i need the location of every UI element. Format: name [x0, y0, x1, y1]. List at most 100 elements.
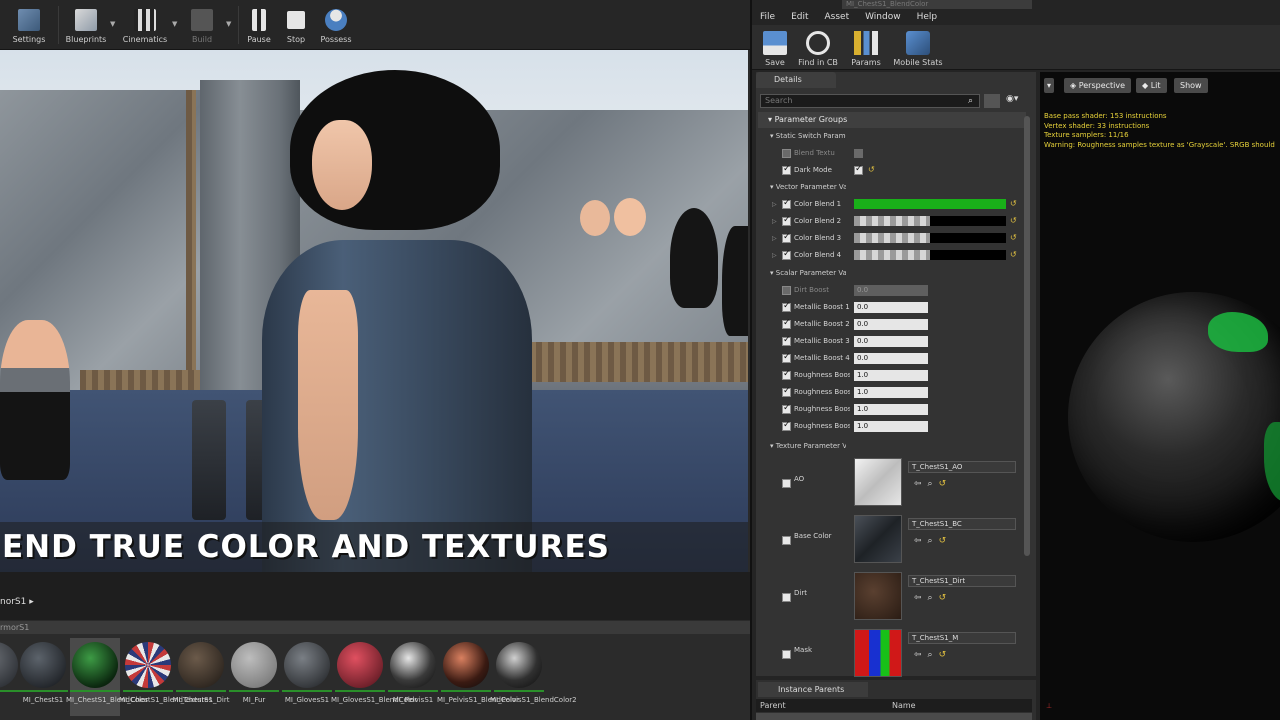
eye-icon[interactable]: ◉▾ [1006, 94, 1018, 104]
stop-button[interactable]: Stop [282, 3, 310, 47]
color-swatch[interactable] [854, 250, 1006, 260]
asset-thumbnail[interactable]: MI_Fur [229, 638, 279, 716]
menu-asset[interactable]: Asset [817, 9, 858, 25]
param-override-checkbox[interactable] [782, 369, 791, 380]
param-override-checkbox[interactable] [782, 352, 791, 363]
menu-file[interactable]: File [752, 9, 783, 25]
scalar-value-field[interactable]: 0.0 [854, 336, 928, 347]
asset-thumbnail[interactable]: MI_ChestS1_Dirt [173, 638, 229, 716]
param-override-checkbox[interactable] [782, 301, 791, 312]
texture-thumbnail[interactable] [854, 572, 902, 620]
expand-icon[interactable]: ▷ [772, 196, 777, 213]
scalar-value-field[interactable]: 1.0 [854, 370, 928, 381]
scalar-value-field[interactable]: 1.0 [854, 404, 928, 415]
switch-checkbox[interactable] [854, 149, 863, 158]
menu-help[interactable]: Help [909, 9, 946, 25]
texture-asset-picker[interactable]: T_ChestS1_Dirt [908, 575, 1016, 587]
scalar-value-field[interactable]: 0.0 [854, 302, 928, 313]
reset-icon[interactable]: ↺ [1010, 233, 1017, 242]
expand-icon[interactable]: ▷ [772, 230, 777, 247]
build-dropdown-icon[interactable]: ▼ [226, 20, 231, 28]
preview-options-dropdown[interactable]: ▾ [1044, 78, 1055, 93]
reset-icon[interactable]: ↺ [868, 165, 875, 174]
texture-tools[interactable]: ⇦⌕↺ [914, 536, 952, 546]
search-input[interactable]: Search [760, 94, 980, 108]
param-override-checkbox[interactable] [782, 198, 791, 209]
asset-thumbnail[interactable]: MI_ChestS1_BlendTextures [119, 638, 212, 716]
details-tab[interactable]: Details [756, 72, 836, 88]
scalar-group[interactable]: ▾ Scalar Parameter Va [758, 265, 846, 281]
texture-thumbnail[interactable] [854, 515, 902, 563]
texture-tools[interactable]: ⇦⌕↺ [914, 479, 952, 489]
expand-icon[interactable]: ▷ [772, 213, 777, 230]
show-button[interactable]: Show [1174, 78, 1208, 93]
texture-tools[interactable]: ⇦⌕↺ [914, 593, 952, 603]
color-swatch[interactable] [854, 216, 1006, 226]
texture-tools[interactable]: ⇦⌕↺ [914, 650, 952, 660]
asset-thumbnail-selected[interactable]: MI_ChestS1_BlendColor [66, 638, 148, 716]
level-viewport[interactable]: END TRUE COLOR AND TEXTURES [0, 50, 748, 572]
menu-window[interactable]: Window [857, 9, 909, 25]
param-override-checkbox[interactable] [782, 149, 791, 158]
static-switch-group[interactable]: ▾ Static Switch Parame [758, 128, 846, 144]
perspective-button[interactable]: ◈ Perspective [1064, 78, 1132, 93]
pause-button[interactable]: Pause [244, 3, 274, 47]
lit-button[interactable]: ◆ Lit [1136, 78, 1167, 93]
asset-thumbnail[interactable]: MI_PelvisS1_BlendColor [437, 638, 519, 716]
texture-thumbnail[interactable] [854, 629, 902, 677]
param-override-checkbox[interactable] [782, 318, 791, 329]
color-swatch[interactable] [854, 199, 1006, 209]
param-override-checkbox[interactable] [782, 479, 791, 488]
reset-icon[interactable]: ↺ [1010, 199, 1017, 208]
param-override-checkbox[interactable] [782, 232, 791, 243]
instance-parents-tab[interactable]: Instance Parents [758, 682, 868, 697]
material-preview-viewport[interactable]: ▾ ◈ Perspective ◆ Lit Show Base pass sha… [1040, 72, 1280, 720]
param-override-checkbox[interactable] [782, 335, 791, 346]
asset-thumbnail[interactable]: MI_ChestS1 [18, 638, 68, 716]
texture-thumbnail[interactable] [854, 458, 902, 506]
params-button[interactable]: Params [850, 27, 882, 69]
parameter-groups-header[interactable]: ▾ Parameter Groups [758, 112, 1026, 128]
instance-parent-row[interactable] [756, 713, 1032, 720]
find-in-cb-button[interactable]: Find in CB [796, 27, 840, 69]
param-override-checkbox[interactable] [782, 215, 791, 226]
cinematics-button[interactable]: Cinematics [118, 3, 172, 47]
param-override-checkbox[interactable] [782, 249, 791, 260]
color-swatch[interactable] [854, 233, 1006, 243]
param-override-checkbox[interactable] [782, 650, 791, 659]
asset-thumbnail[interactable]: MI_GlovesS1 [282, 638, 332, 716]
details-scrollbar[interactable] [1024, 116, 1030, 556]
param-override-checkbox[interactable] [782, 286, 791, 295]
scalar-value-field[interactable]: 0.0 [854, 353, 928, 364]
possess-button[interactable]: Possess [316, 3, 356, 47]
param-override-checkbox[interactable] [782, 420, 791, 431]
param-override-checkbox[interactable] [782, 536, 791, 545]
param-override-checkbox[interactable] [782, 164, 791, 175]
param-override-checkbox[interactable] [782, 386, 791, 397]
texture-group[interactable]: ▾ Texture Parameter V [758, 438, 846, 454]
blueprints-button[interactable]: Blueprints [62, 3, 110, 47]
cinematics-dropdown-icon[interactable]: ▼ [172, 20, 177, 28]
texture-asset-picker[interactable]: T_ChestS1_AO [908, 461, 1016, 473]
mobile-stats-button[interactable]: Mobile Stats [892, 27, 944, 69]
grid-view-icon[interactable] [984, 94, 1000, 108]
param-override-checkbox[interactable] [782, 403, 791, 414]
asset-thumbnail[interactable]: MI_PelvisS1_BlendColor2 [490, 638, 577, 716]
scalar-value-field[interactable]: 0.0 [854, 285, 928, 296]
reset-icon[interactable]: ↺ [1010, 216, 1017, 225]
settings-button[interactable]: Settings [8, 3, 50, 47]
asset-thumbnail[interactable]: MI_GlovesS1_BlendColor [331, 638, 417, 716]
scalar-value-field[interactable]: 1.0 [854, 421, 928, 432]
vector-group[interactable]: ▾ Vector Parameter Va [758, 179, 846, 195]
reset-icon[interactable]: ↺ [1010, 250, 1017, 259]
texture-asset-picker[interactable]: T_ChestS1_BC [908, 518, 1016, 530]
save-button[interactable]: Save [760, 27, 790, 69]
texture-asset-picker[interactable]: T_ChestS1_M [908, 632, 1016, 644]
asset-thumbnail[interactable]: MI_PelvisS1 [388, 638, 438, 716]
switch-checkbox[interactable] [854, 164, 863, 175]
expand-icon[interactable]: ▷ [772, 247, 777, 264]
menu-edit[interactable]: Edit [783, 9, 816, 25]
blueprints-dropdown-icon[interactable]: ▼ [110, 20, 115, 28]
scalar-value-field[interactable]: 0.0 [854, 319, 928, 330]
content-browser-path[interactable]: norS1 ▸ [0, 597, 34, 607]
